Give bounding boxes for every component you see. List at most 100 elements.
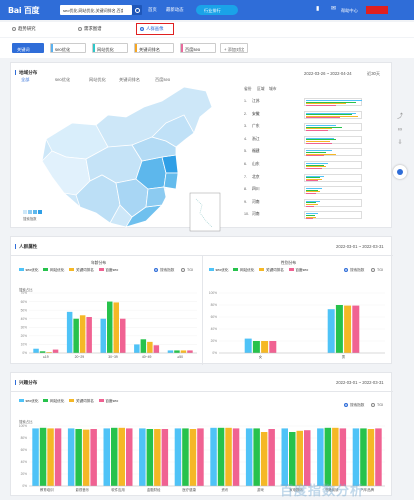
nav-home[interactable]: 首页: [148, 7, 157, 13]
bar[interactable]: [33, 348, 39, 353]
search-button[interactable]: [132, 5, 142, 15]
province-rank-row[interactable]: 1. 江苏: [244, 98, 384, 111]
bar[interactable]: [268, 429, 275, 486]
legend-item[interactable]: 百度seo: [288, 268, 308, 272]
bar[interactable]: [120, 318, 126, 353]
gender-bar-chart[interactable]: 0% 20% 40% 60% 80% 100% 女 男: [205, 291, 389, 361]
bar[interactable]: [180, 350, 187, 353]
keyword-chip-baidu[interactable]: 百度seo: [180, 43, 216, 53]
bar[interactable]: [324, 427, 332, 486]
crowd-date[interactable]: 2022-03-01 ~ 2022-03-31: [336, 244, 384, 249]
keyword-chip-main[interactable]: 关键词: [12, 43, 44, 53]
bar[interactable]: [217, 427, 225, 486]
province-rank-row[interactable]: 6. 山东: [244, 161, 384, 174]
bar[interactable]: [261, 341, 269, 353]
bar[interactable]: [253, 428, 260, 486]
bar[interactable]: [317, 428, 324, 486]
bar[interactable]: [82, 429, 90, 486]
add-compare-button[interactable]: + 添加对比: [220, 43, 249, 53]
bar[interactable]: [245, 428, 253, 486]
bell-icon[interactable]: ▮: [316, 6, 323, 13]
bar[interactable]: [146, 429, 154, 486]
user-avatar[interactable]: [366, 6, 388, 14]
china-map[interactable]: [16, 77, 226, 237]
bar[interactable]: [281, 428, 289, 486]
bar[interactable]: [90, 429, 97, 486]
bar[interactable]: [367, 429, 375, 486]
bar[interactable]: [187, 350, 193, 353]
bar[interactable]: [269, 341, 277, 353]
legend-item[interactable]: 网站优化: [43, 268, 64, 272]
bar[interactable]: [75, 429, 82, 486]
bar[interactable]: [296, 430, 304, 486]
interest-date[interactable]: 2022-03-01 ~ 2022-03-31: [336, 380, 384, 385]
search-index-radio-interest[interactable]: 搜索指数: [344, 403, 364, 408]
help-center[interactable]: 帮助中心: [341, 8, 358, 14]
bar[interactable]: [182, 428, 189, 486]
nav-latest[interactable]: 最新动态: [166, 7, 184, 13]
province-rank-row[interactable]: 5. 福建: [244, 148, 384, 161]
bar[interactable]: [32, 428, 39, 486]
bar[interactable]: [304, 430, 311, 486]
bar[interactable]: [39, 351, 46, 353]
province-rank-row[interactable]: 3. 广东: [244, 123, 384, 136]
bar[interactable]: [67, 428, 75, 486]
age-bar-chart[interactable]: 0% 10% 20% 30% 40% 50% 60% 70% ≤19 20~29 30~39 40~4…: [15, 291, 201, 361]
keyword-chip-rank[interactable]: 关键词排名: [134, 43, 174, 53]
range-select[interactable]: 近30天: [367, 71, 380, 77]
download-icon[interactable]: ⇩: [396, 139, 404, 147]
search-index-radio[interactable]: 搜索指数: [154, 268, 174, 273]
bar[interactable]: [360, 428, 367, 486]
bar[interactable]: [103, 428, 111, 486]
bar[interactable]: [352, 305, 360, 353]
rank-header-area[interactable]: 区域: [257, 87, 265, 92]
bar[interactable]: [47, 428, 54, 486]
bar[interactable]: [244, 338, 252, 353]
bar[interactable]: [260, 432, 268, 486]
tab-crowd[interactable]: 人群画像: [140, 26, 164, 32]
bar[interactable]: [118, 427, 126, 486]
bar[interactable]: [344, 305, 352, 353]
bar[interactable]: [332, 427, 339, 486]
bar[interactable]: [154, 429, 161, 486]
search-input[interactable]: seo优化,网站优化,关键词排名,百度seo: [60, 5, 132, 15]
legend-item[interactable]: 百度seo: [98, 268, 118, 272]
tab-trend[interactable]: 趋势研究: [12, 26, 36, 32]
bar[interactable]: [54, 428, 62, 486]
rank-header-city[interactable]: 城市: [269, 87, 277, 92]
keyword-chip-seo[interactable]: seo优化: [50, 43, 86, 53]
bar[interactable]: [352, 428, 360, 486]
bar[interactable]: [113, 302, 120, 353]
keyword-chip-site[interactable]: 网站优化: [92, 43, 128, 53]
link-icon[interactable]: ∞: [396, 126, 404, 134]
legend-item[interactable]: 关键词排名: [259, 268, 284, 272]
bar[interactable]: [335, 305, 343, 353]
province-rank-row[interactable]: 4. 浙江: [244, 135, 384, 149]
bar[interactable]: [189, 429, 197, 486]
province-rank-row[interactable]: 8. 四川: [244, 186, 384, 199]
province-rank-row[interactable]: 9. 河南: [244, 198, 384, 212]
tgi-radio-interest[interactable]: TGI: [371, 403, 383, 407]
bar[interactable]: [174, 350, 180, 353]
legend-item[interactable]: 关键词排名: [69, 268, 94, 272]
legend-item[interactable]: 百度seo: [98, 399, 118, 403]
share-icon[interactable]: ⤴: [396, 113, 404, 121]
bar[interactable]: [111, 427, 118, 486]
bar[interactable]: [252, 341, 260, 353]
tgi-radio[interactable]: TGI: [181, 268, 193, 272]
baidu-logo[interactable]: Bai 百度: [8, 5, 40, 16]
bar[interactable]: [339, 428, 347, 486]
legend-item[interactable]: seo优化: [19, 268, 38, 272]
legend-item[interactable]: 关键词排名: [69, 399, 94, 403]
bar[interactable]: [174, 428, 182, 486]
bar[interactable]: [86, 317, 92, 353]
bar[interactable]: [210, 427, 217, 486]
industry-rank-pill[interactable]: 行业排行: [196, 5, 238, 15]
province-rank-row[interactable]: 10. 河南: [244, 211, 384, 224]
assistant-button[interactable]: [393, 165, 407, 179]
tab-demand[interactable]: 需求图谱: [78, 26, 102, 32]
legend-item[interactable]: 网站优化: [43, 399, 64, 403]
bar[interactable]: [126, 428, 133, 486]
bar[interactable]: [140, 339, 147, 353]
bar[interactable]: [100, 318, 107, 353]
